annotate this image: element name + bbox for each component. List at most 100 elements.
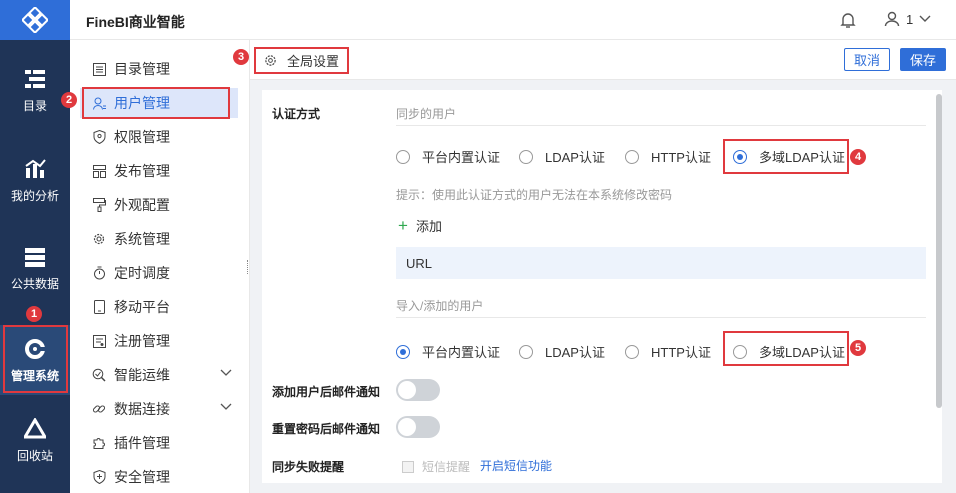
import-radio-ldap[interactable]: LDAP认证 xyxy=(519,342,605,361)
submenu-publish[interactable]: 发布管理 xyxy=(80,156,238,186)
nav-label: 我的分析 xyxy=(10,188,59,203)
submenu-registration[interactable]: 注册管理 xyxy=(80,326,238,356)
highlight-box xyxy=(723,331,849,366)
sms-checkbox[interactable]: 短信提醒 xyxy=(402,458,470,475)
auth-hint: 提示：使用此认证方式的用户无法在本系统修改密码 xyxy=(396,188,673,202)
nav-label: 目录 xyxy=(22,98,47,113)
submenu-label: 外观配置 xyxy=(114,197,170,213)
radio-label: LDAP认证 xyxy=(545,345,605,360)
submenu-permissions[interactable]: 权限管理 xyxy=(80,122,238,152)
mail-after-add-label: 添加用户后邮件通知 xyxy=(272,385,381,399)
sync-radio-builtin[interactable]: 平台内置认证 xyxy=(396,147,500,166)
brand-title: FineBI商业智能 xyxy=(86,14,185,30)
save-button[interactable]: 保存 xyxy=(900,48,946,71)
nav-public-data[interactable]: 公共数据 xyxy=(0,233,70,303)
highlight-box xyxy=(723,139,849,174)
top-header: FineBI商业智能 1 xyxy=(70,0,956,40)
register-icon xyxy=(92,334,106,348)
add-label: 添加 xyxy=(415,219,442,234)
step-badge: 2 xyxy=(61,92,77,108)
submenu-label: 安全管理 xyxy=(114,469,170,485)
logo-icon xyxy=(22,7,48,33)
submenu-label: 数据连接 xyxy=(114,401,170,417)
sync-fail-label: 同步失败提醒 xyxy=(272,460,345,474)
radio-label: HTTP认证 xyxy=(651,150,711,165)
mobile-icon xyxy=(92,300,106,314)
submenu-label: 发布管理 xyxy=(114,163,170,179)
submenu-system[interactable]: 系统管理 xyxy=(80,224,238,254)
submenu-label: 注册管理 xyxy=(114,333,170,349)
mail-after-reset-label: 重置密码后邮件通知 xyxy=(272,422,381,436)
list-icon xyxy=(92,62,106,76)
magnifier-icon xyxy=(92,368,106,382)
catalog-icon xyxy=(23,67,47,91)
submenu-label: 权限管理 xyxy=(114,129,170,145)
user-name: 1 xyxy=(906,11,914,27)
mail-after-reset-toggle[interactable] xyxy=(396,416,440,438)
gear-icon xyxy=(265,55,276,66)
layout-icon xyxy=(92,164,106,178)
submenu-label: 智能运维 xyxy=(114,367,170,383)
bell-icon[interactable] xyxy=(840,11,856,32)
puzzle-icon xyxy=(92,436,106,450)
submenu-schedule[interactable]: 定时调度 xyxy=(80,258,238,288)
chart-icon xyxy=(23,157,47,181)
radio-circle xyxy=(396,149,410,164)
radio-label: 平台内置认证 xyxy=(422,150,501,165)
import-users-title: 导入/添加的用户 xyxy=(396,299,484,313)
plus-icon: + xyxy=(398,215,408,235)
divider xyxy=(396,317,926,318)
resize-handle[interactable] xyxy=(247,260,250,274)
scrollbar[interactable] xyxy=(936,94,942,408)
nav-my-analysis[interactable]: 我的分析 xyxy=(0,145,70,215)
tab-label: 全局设置 xyxy=(287,54,340,69)
add-button[interactable]: + 添加 xyxy=(398,216,442,235)
app-logo[interactable] xyxy=(0,0,70,40)
step-badge: 3 xyxy=(233,49,249,65)
submenu-label: 系统管理 xyxy=(114,231,170,247)
recycle-icon xyxy=(23,417,47,441)
url-column-label: URL xyxy=(406,255,433,271)
radio-circle xyxy=(625,344,639,359)
chevron-down-icon[interactable] xyxy=(220,369,232,377)
link-icon xyxy=(92,402,106,416)
chevron-down-icon[interactable] xyxy=(220,403,232,411)
nav-catalog[interactable]: 目录 xyxy=(0,55,70,125)
user-menu[interactable]: 1 xyxy=(884,11,931,27)
radio-circle xyxy=(625,149,639,164)
radio-circle xyxy=(396,344,410,359)
import-radio-http[interactable]: HTTP认证 xyxy=(625,342,711,361)
auth-method-label: 认证方式 xyxy=(272,107,321,121)
user-icon xyxy=(884,11,900,27)
sync-users-title: 同步的用户 xyxy=(396,107,457,121)
tab-global-settings[interactable]: 全局设置 xyxy=(254,47,350,74)
nav-recycle-bin[interactable]: 回收站 xyxy=(0,405,70,475)
sync-radio-ldap[interactable]: LDAP认证 xyxy=(519,147,605,166)
radio-label: LDAP认证 xyxy=(545,150,605,165)
submenu-label: 定时调度 xyxy=(114,265,170,281)
highlight-box xyxy=(3,325,68,393)
submenu-smart-ops[interactable]: 智能运维 xyxy=(80,360,238,390)
step-badge: 1 xyxy=(26,306,42,322)
paint-roller-icon xyxy=(92,198,106,212)
mail-after-add-toggle[interactable] xyxy=(396,379,440,401)
radio-circle xyxy=(519,149,533,164)
cancel-button[interactable]: 取消 xyxy=(844,48,890,71)
submenu-security[interactable]: 安全管理 xyxy=(80,462,238,492)
chevron-down-icon xyxy=(919,15,931,22)
step-badge: 4 xyxy=(850,149,866,165)
submenu-catalog[interactable]: 目录管理 xyxy=(80,54,238,84)
submenu-mobile[interactable]: 移动平台 xyxy=(80,292,238,322)
database-icon xyxy=(23,245,47,269)
import-radio-builtin[interactable]: 平台内置认证 xyxy=(396,342,500,361)
submenu-label: 插件管理 xyxy=(114,435,170,451)
nav-label: 回收站 xyxy=(16,448,53,463)
enable-sms-link[interactable]: 开启短信功能 xyxy=(480,457,552,474)
divider xyxy=(396,125,926,126)
submenu-appearance[interactable]: 外观配置 xyxy=(80,190,238,220)
radio-label: 平台内置认证 xyxy=(422,345,501,360)
submenu-plugins[interactable]: 插件管理 xyxy=(80,428,238,458)
submenu-data-connection[interactable]: 数据连接 xyxy=(80,394,238,424)
left-nav: 目录 我的分析 公共数据 管理系统 回收站 xyxy=(0,0,70,493)
sync-radio-http[interactable]: HTTP认证 xyxy=(625,147,711,166)
